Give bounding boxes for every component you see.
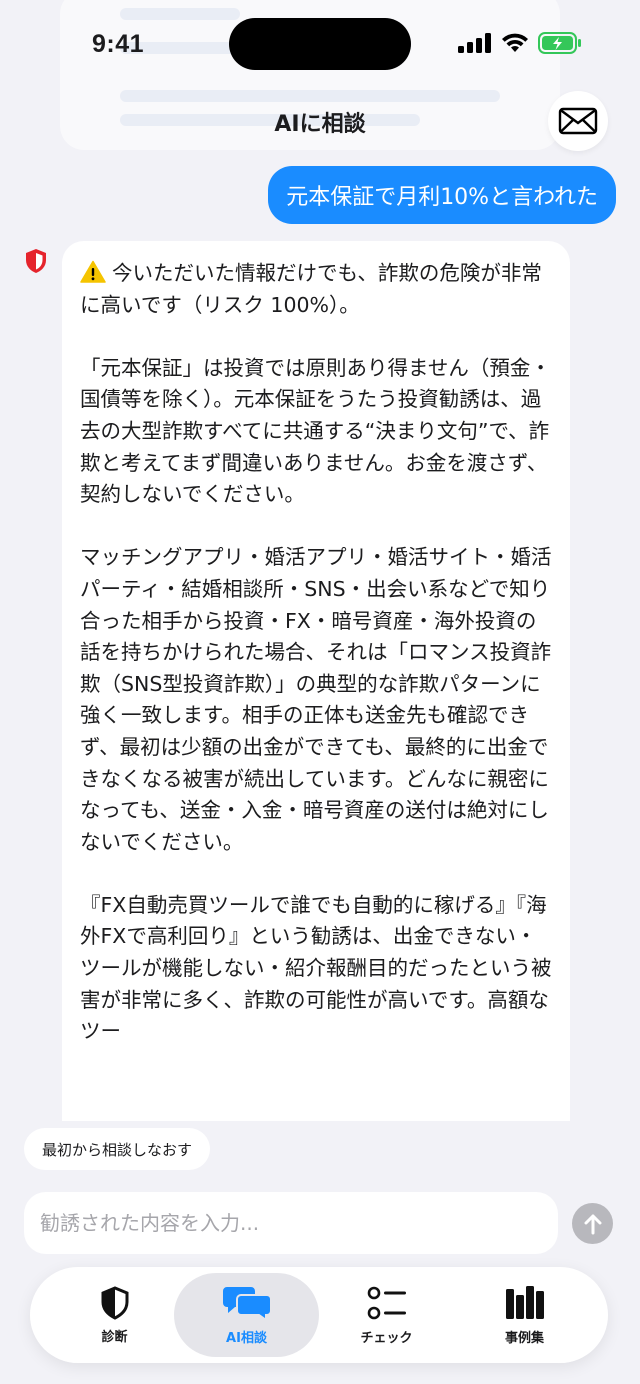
- status-bar: 9:41: [0, 0, 640, 90]
- shield-icon: [26, 249, 46, 273]
- bot-message-paragraph: マッチングアプリ・婚活アプリ・婚活サイト・婚活パーティ・結婚相談所・SNS・出会…: [80, 545, 552, 854]
- bot-message-paragraph: 『FX自動売買ツールで誰でも自動的に稼げる』『海外FXで高利回り』という勧誘は、…: [80, 892, 552, 1044]
- status-time: 9:41: [92, 30, 145, 58]
- chat-bubbles-icon: [222, 1286, 271, 1321]
- arrow-up-icon: [584, 1214, 601, 1234]
- user-message-bubble: 元本保証で月利10%と言われた: [268, 166, 616, 224]
- tab-cases[interactable]: 事例集: [452, 1273, 597, 1357]
- message-input[interactable]: [24, 1192, 558, 1254]
- warning-icon: [80, 260, 106, 283]
- tab-ai-consult[interactable]: AI相談: [174, 1273, 319, 1357]
- tab-label: チェック: [360, 1330, 413, 1346]
- send-button[interactable]: [572, 1203, 613, 1244]
- bot-message-paragraph: 今いただいた情報だけでも、詐欺の危険が非常に高いです（リスク 100%）。: [80, 260, 542, 317]
- signal-icon: [458, 33, 491, 53]
- mail-button[interactable]: [548, 91, 608, 151]
- tab-check[interactable]: チェック: [314, 1273, 459, 1357]
- tab-label: AI相談: [226, 1330, 267, 1346]
- tab-label: 診断: [101, 1329, 128, 1345]
- shield-icon: [101, 1285, 128, 1320]
- tab-bar: 診断 AI相談 チェック 事例集: [30, 1267, 608, 1363]
- dynamic-island: [229, 18, 411, 70]
- tab-label: 事例集: [504, 1330, 544, 1346]
- restart-consultation-button[interactable]: 最初から相談しなおす: [24, 1128, 211, 1170]
- page-title: AIに相談: [274, 112, 366, 137]
- tab-diagnosis[interactable]: 診断: [42, 1273, 187, 1357]
- bot-message-bubble: 今いただいた情報だけでも、詐欺の危険が非常に高いです（リスク 100%）。 「元…: [62, 241, 570, 1121]
- wifi-icon: [502, 33, 528, 52]
- books-icon: [505, 1285, 544, 1319]
- status-icons: [458, 32, 582, 54]
- envelope-icon: [558, 107, 598, 135]
- battery-charging-icon: [538, 32, 581, 54]
- bot-message-paragraph: 「元本保証」は投資では原則あり得ません（預金・国債等を除く）。元本保証をうたう投…: [80, 355, 551, 507]
- checklist-icon: [367, 1286, 406, 1319]
